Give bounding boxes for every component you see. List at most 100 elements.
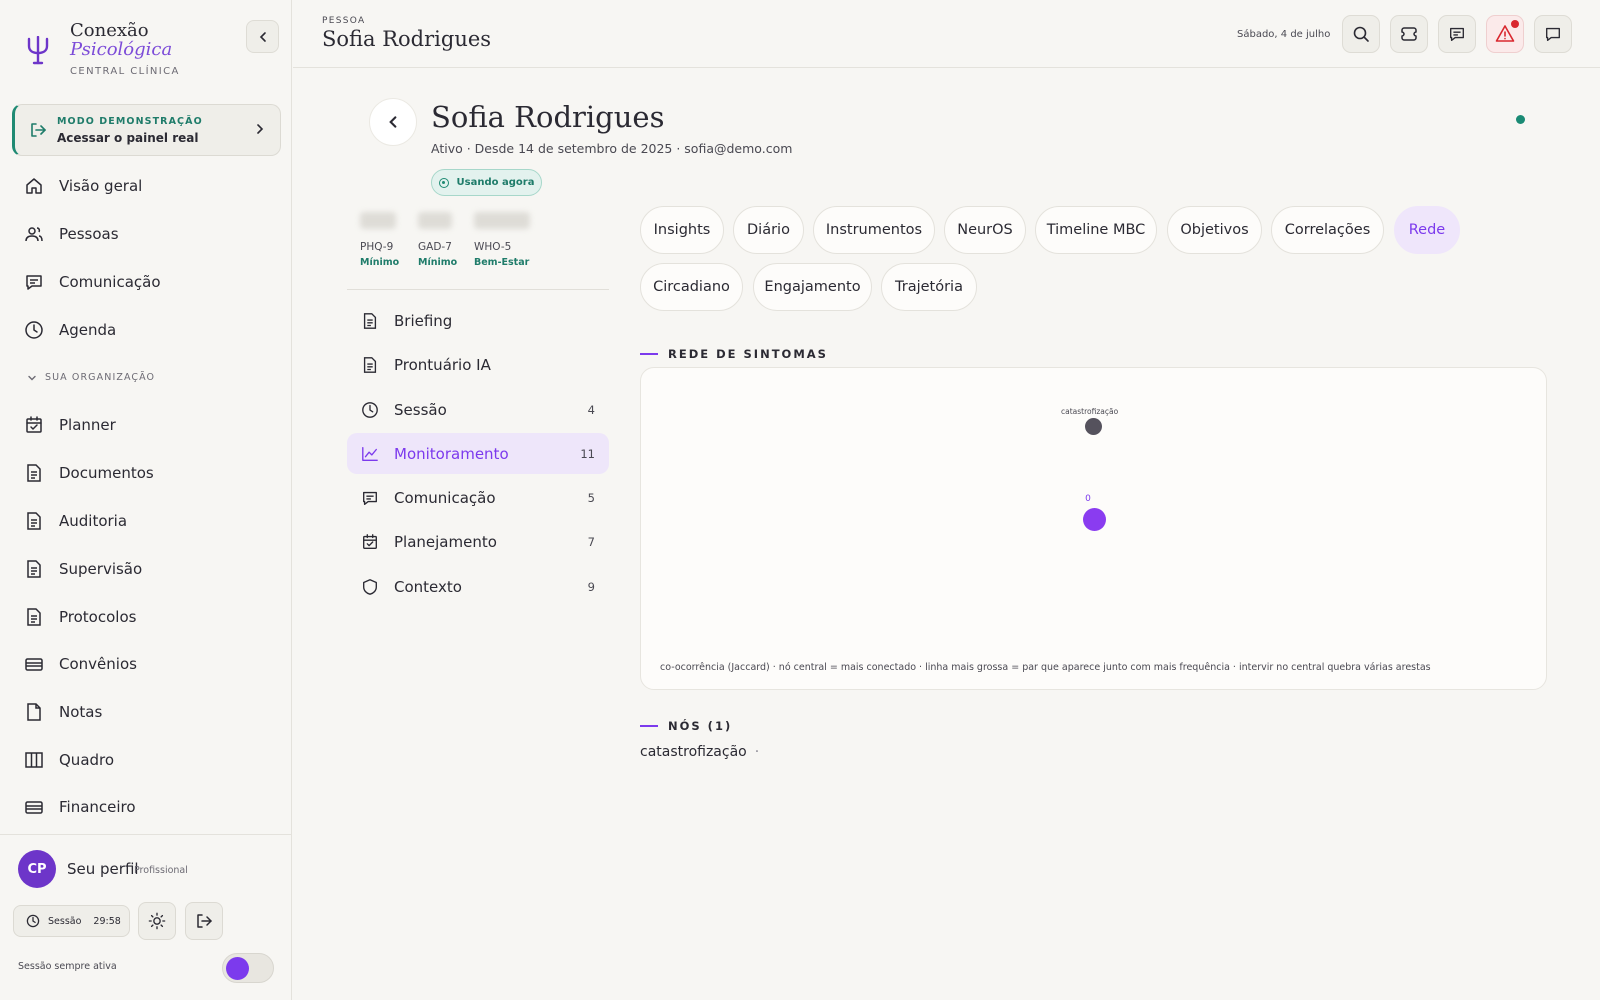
chevron-left-icon bbox=[389, 116, 397, 128]
score-phq9[interactable]: PHQ-9 Mínimo bbox=[360, 212, 399, 268]
person-meta: Ativo · Desde 14 de setembro de 2025 · s… bbox=[431, 141, 793, 156]
sidebar-divider bbox=[0, 834, 292, 835]
nav-protocolos[interactable]: Protocolos bbox=[24, 601, 136, 633]
avatar[interactable]: CP bbox=[18, 850, 56, 888]
nav-quadro[interactable]: Quadro bbox=[24, 744, 114, 776]
messages-button[interactable] bbox=[1438, 15, 1476, 53]
nav-label: Quadro bbox=[59, 751, 115, 769]
session-always-active-toggle[interactable] bbox=[222, 953, 274, 983]
node-label-catastrofizacao: catastrofização bbox=[1061, 407, 1119, 416]
topbar-title: Sofia Rodrigues bbox=[322, 27, 492, 51]
tab-correlacoes[interactable]: Correlações bbox=[1271, 206, 1384, 254]
menu-monitoramento[interactable]: Monitoramento 11 bbox=[347, 433, 609, 474]
score-label: PHQ-9 bbox=[360, 241, 394, 253]
profile-name[interactable]: Seu perfil bbox=[67, 860, 139, 878]
nav-label: Auditoria bbox=[59, 512, 128, 530]
collapse-sidebar-button[interactable] bbox=[246, 20, 279, 53]
menu-planejamento[interactable]: Planejamento 7 bbox=[347, 521, 609, 562]
menu-label: Prontuário IA bbox=[394, 355, 491, 374]
logout-icon bbox=[197, 914, 212, 928]
session-label: Sessão bbox=[48, 915, 82, 927]
nav-label: Protocolos bbox=[59, 608, 137, 626]
nav-visao-geral[interactable]: Visão geral bbox=[24, 170, 142, 202]
org-section-toggle[interactable]: SUA ORGANIZAÇÃO bbox=[27, 372, 155, 383]
document-icon bbox=[363, 356, 377, 373]
message-icon bbox=[1450, 27, 1464, 41]
scores-divider bbox=[347, 289, 609, 290]
session-timer[interactable]: Sessão 29:58 bbox=[13, 905, 130, 937]
document-icon bbox=[363, 312, 377, 329]
nav-label: Supervisão bbox=[59, 560, 143, 578]
menu-label: Monitoramento bbox=[394, 444, 509, 463]
score-value-blurred bbox=[418, 212, 452, 229]
nav-convenios[interactable]: Convênios bbox=[24, 648, 137, 680]
node-list-item[interactable]: catastrofização bbox=[640, 744, 747, 760]
tab-rede[interactable]: Rede bbox=[1394, 206, 1460, 254]
menu-label: Briefing bbox=[394, 311, 453, 330]
brand[interactable]: Conexão Psicológica CENTRAL CLÍNICA bbox=[26, 20, 180, 77]
menu-sessao[interactable]: Sessão 4 bbox=[347, 389, 609, 430]
chat-button[interactable] bbox=[1534, 15, 1572, 53]
search-button[interactable] bbox=[1342, 15, 1380, 53]
logout-button[interactable] bbox=[185, 902, 223, 940]
demo-mode-card[interactable]: MODO DEMONSTRAÇÃO Acessar o painel real bbox=[12, 104, 281, 156]
back-button[interactable] bbox=[369, 98, 417, 146]
radio-dot-icon bbox=[438, 177, 449, 188]
card-icon bbox=[25, 801, 43, 814]
alerts-button[interactable] bbox=[1486, 15, 1524, 53]
tab-neuros[interactable]: NeurOS bbox=[944, 206, 1026, 254]
tab-engajamento[interactable]: Engajamento bbox=[753, 263, 872, 311]
sidebar: Conexão Psicológica CENTRAL CLÍNICA MODO… bbox=[0, 0, 292, 1000]
session-time: 29:58 bbox=[93, 915, 121, 927]
theme-toggle-button[interactable] bbox=[138, 902, 176, 940]
nav-supervisao[interactable]: Supervisão bbox=[24, 553, 142, 585]
score-who5[interactable]: WHO-5 Bem-Estar bbox=[474, 212, 530, 268]
nav-auditoria[interactable]: Auditoria bbox=[24, 505, 127, 537]
network-node-zero[interactable] bbox=[1083, 508, 1106, 531]
section-accent-bar bbox=[640, 725, 658, 727]
section-accent-bar bbox=[640, 353, 658, 355]
clock-icon bbox=[362, 401, 378, 418]
network-title-text: REDE DE SINTOMAS bbox=[668, 347, 828, 361]
nodes-section-title: NÓS (1) bbox=[640, 719, 732, 733]
tab-circadiano[interactable]: Circadiano bbox=[640, 263, 743, 311]
tab-trajetoria[interactable]: Trajetória bbox=[881, 263, 977, 311]
nodes-title-text: NÓS (1) bbox=[668, 719, 733, 733]
menu-prontuario-ia[interactable]: Prontuário IA bbox=[347, 344, 609, 385]
menu-briefing[interactable]: Briefing bbox=[347, 300, 609, 341]
menu-label: Contexto bbox=[394, 577, 462, 596]
tab-objetivos[interactable]: Objetivos bbox=[1167, 206, 1262, 254]
org-section-label: SUA ORGANIZAÇÃO bbox=[45, 372, 156, 383]
nav-agenda[interactable]: Agenda bbox=[24, 314, 116, 346]
score-gad7[interactable]: GAD-7 Mínimo bbox=[418, 212, 457, 268]
exit-icon bbox=[31, 123, 46, 137]
network-section-title: REDE DE SINTOMAS bbox=[640, 347, 828, 361]
tab-instrumentos[interactable]: Instrumentos bbox=[813, 206, 935, 254]
nav-label: Planner bbox=[59, 416, 116, 434]
message-icon bbox=[26, 275, 42, 290]
demo-mode-tag: MODO DEMONSTRAÇÃO bbox=[57, 116, 203, 127]
demo-mode-text: Acessar o painel real bbox=[57, 131, 199, 145]
using-now-badge: Usando agora bbox=[431, 169, 542, 196]
score-severity: Bem-Estar bbox=[474, 257, 530, 268]
topbar-date: Sábado, 4 de julho bbox=[1237, 29, 1331, 40]
chevron-down-icon bbox=[28, 375, 36, 380]
using-now-label: Usando agora bbox=[456, 177, 535, 188]
nav-pessoas[interactable]: Pessoas bbox=[24, 218, 119, 250]
tab-insights[interactable]: Insights bbox=[640, 206, 724, 254]
score-severity: Mínimo bbox=[360, 257, 400, 268]
nav-comunicacao[interactable]: Comunicação bbox=[24, 266, 161, 298]
nav-notas[interactable]: Notas bbox=[24, 696, 102, 728]
nav-financeiro[interactable]: Financeiro bbox=[24, 791, 136, 823]
menu-comunicacao[interactable]: Comunicação 5 bbox=[347, 477, 609, 518]
nav-planner[interactable]: Planner bbox=[24, 409, 116, 441]
tab-timeline-mbc[interactable]: Timeline MBC bbox=[1035, 206, 1157, 254]
menu-contexto[interactable]: Contexto 9 bbox=[347, 566, 609, 607]
nav-documentos[interactable]: Documentos bbox=[24, 457, 154, 489]
tab-diario[interactable]: Diário bbox=[733, 206, 804, 254]
topbar: PESSOA Sofia Rodrigues Sábado, 4 de julh… bbox=[293, 0, 1600, 68]
node-label-zero: 0 bbox=[1085, 494, 1091, 504]
network-node-catastrofizacao[interactable] bbox=[1085, 418, 1102, 435]
ticket-button[interactable] bbox=[1390, 15, 1428, 53]
sun-icon bbox=[148, 912, 166, 930]
